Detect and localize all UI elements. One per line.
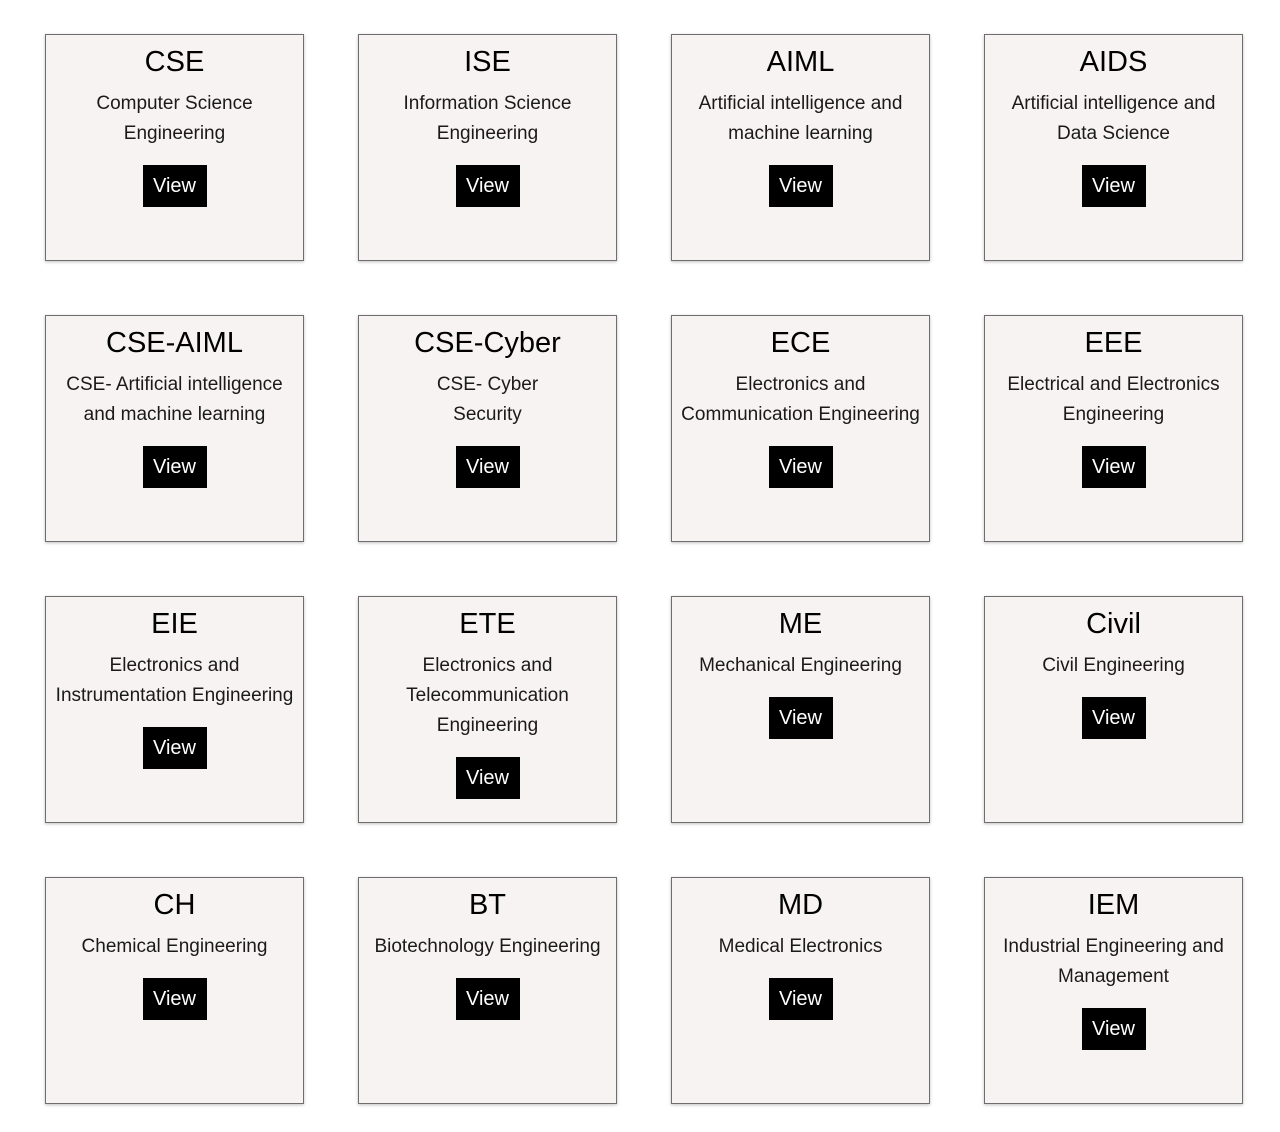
course-card-civil: Civil Civil Engineering View: [984, 596, 1243, 823]
course-card-cse-cyber: CSE-Cyber CSE- Cyber Security View: [358, 315, 617, 542]
course-card-aiml: AIML Artificial intelligence and machine…: [671, 34, 930, 261]
card-name: Electronics and Instrumentation Engineer…: [55, 655, 294, 706]
card-code: MD: [777, 889, 824, 921]
view-button-cse-aiml[interactable]: View: [142, 446, 207, 488]
view-button-ece[interactable]: View: [768, 446, 833, 488]
card-name: Electrical and Electronics Engineering: [1007, 374, 1220, 425]
course-card-aids: AIDS Artificial intelligence and Data Sc…: [984, 34, 1243, 261]
card-code: CSE: [144, 46, 205, 78]
card-name: Mechanical Engineering: [699, 655, 902, 676]
course-card-ete: ETE Electronics and Telecommunication En…: [358, 596, 617, 823]
card-code: CSE-AIML: [106, 327, 243, 359]
course-card-md: MD Medical Electronics View: [671, 877, 930, 1104]
view-button-bt[interactable]: View: [455, 978, 520, 1020]
card-code: AIML: [766, 46, 835, 78]
view-button-eie[interactable]: View: [142, 727, 207, 769]
view-button-eee[interactable]: View: [1081, 446, 1146, 488]
card-code: EIE: [151, 608, 198, 640]
view-button-md[interactable]: View: [768, 978, 833, 1020]
card-code: EEE: [1084, 327, 1143, 359]
card-code: ECE: [770, 327, 831, 359]
card-name: Biotechnology Engineering: [374, 936, 601, 957]
card-code: ME: [778, 608, 823, 640]
card-name: Civil Engineering: [1042, 655, 1185, 676]
view-button-aiml[interactable]: View: [768, 165, 833, 207]
card-name: Electronics and Communication Engineerin…: [681, 374, 920, 425]
course-card-ch: CH Chemical Engineering View: [45, 877, 304, 1104]
view-button-ise[interactable]: View: [455, 165, 520, 207]
card-name: Artificial intelligence and Data Science: [1011, 93, 1216, 144]
course-card-cse: CSE Computer Science Engineering View: [45, 34, 304, 261]
card-name: Computer Science Engineering: [96, 93, 253, 144]
card-code: IEM: [1087, 889, 1140, 921]
view-button-civil[interactable]: View: [1081, 697, 1146, 739]
course-card-ise: ISE Information Science Engineering View: [358, 34, 617, 261]
card-code: BT: [468, 889, 507, 921]
card-name: Industrial Engineering and Management: [1003, 936, 1224, 987]
card-name: CSE- Artificial intelligence and machine…: [66, 374, 283, 425]
card-code: ISE: [464, 46, 511, 78]
course-card-eee: EEE Electrical and Electronics Engineeri…: [984, 315, 1243, 542]
course-card-eie: EIE Electronics and Instrumentation Engi…: [45, 596, 304, 823]
view-button-aids[interactable]: View: [1081, 165, 1146, 207]
view-button-cse[interactable]: View: [142, 165, 207, 207]
view-button-me[interactable]: View: [768, 697, 833, 739]
card-name: Artificial intelligence and machine lear…: [698, 93, 903, 144]
card-name: CSE- Cyber Security: [436, 374, 539, 425]
course-card-cse-aiml: CSE-AIML CSE- Artificial intelligence an…: [45, 315, 304, 542]
card-code: Civil: [1086, 608, 1141, 640]
card-code: ETE: [459, 608, 516, 640]
view-button-iem[interactable]: View: [1081, 1008, 1146, 1050]
view-button-cse-cyber[interactable]: View: [455, 446, 520, 488]
card-code: CSE-Cyber: [414, 327, 561, 359]
card-name: Medical Electronics: [718, 936, 883, 957]
card-code: CH: [153, 889, 196, 921]
course-card-me: ME Mechanical Engineering View: [671, 596, 930, 823]
course-card-ece: ECE Electronics and Communication Engine…: [671, 315, 930, 542]
card-name: Chemical Engineering: [81, 936, 268, 957]
card-name: Information Science Engineering: [403, 93, 572, 144]
course-card-bt: BT Biotechnology Engineering View: [358, 877, 617, 1104]
card-name: Electronics and Telecommunication Engine…: [406, 655, 569, 736]
card-code: AIDS: [1079, 46, 1148, 78]
view-button-ete[interactable]: View: [455, 757, 520, 799]
course-card-iem: IEM Industrial Engineering and Managemen…: [984, 877, 1243, 1104]
view-button-ch[interactable]: View: [142, 978, 207, 1020]
